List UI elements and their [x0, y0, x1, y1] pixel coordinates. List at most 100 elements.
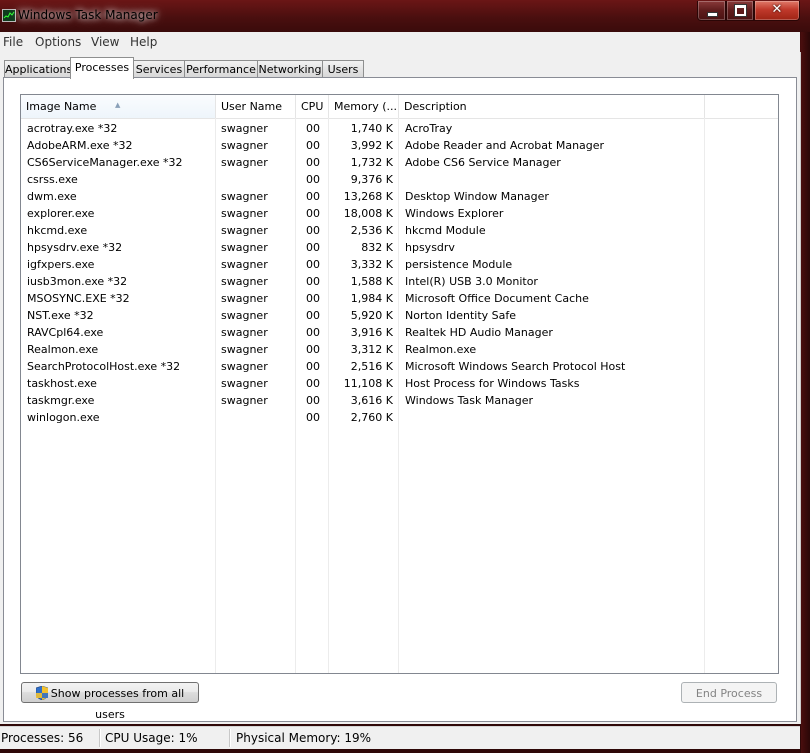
process-name: hpsysdrv.exe *32 [27, 241, 123, 254]
process-description: hpsysdrv [405, 241, 455, 254]
process-cpu: 00 [306, 360, 320, 373]
process-name: MSOSYNC.EXE *32 [27, 292, 130, 305]
process-description: Windows Task Manager [405, 394, 534, 407]
minimize-button[interactable] [697, 1, 726, 21]
process-name: RAVCpl64.exe [27, 326, 104, 339]
process-name: igfxpers.exe [27, 258, 95, 271]
process-row[interactable]: dwm.exe swagner 00 13,268 K Desktop Window M… [21, 188, 778, 205]
client-area: Applications Processes Services Performa… [0, 52, 801, 724]
process-user: swagner [221, 156, 268, 169]
process-memory: 11,108 K [343, 377, 393, 390]
process-list[interactable]: ▲ Image Name User Name CPU Memory (... D… [20, 94, 779, 674]
process-row[interactable]: RAVCpl64.exe swagner 00 3,916 K Realtek HD A… [21, 324, 778, 341]
show-all-users-label: Show processes from all users [50, 687, 185, 721]
menu-options[interactable]: Options [35, 35, 81, 49]
process-cpu: 00 [306, 122, 320, 135]
tab-applications[interactable]: Applications [4, 60, 72, 78]
process-cpu: 00 [306, 173, 320, 186]
process-memory: 1,984 K [350, 292, 393, 305]
title-bar[interactable]: Windows Task Manager ✕ [0, 0, 810, 32]
show-all-users-button[interactable]: Show processes from all users [21, 682, 199, 721]
column-cpu[interactable]: CPU [296, 95, 329, 118]
processes-tab-panel: ▲ Image Name User Name CPU Memory (... D… [3, 77, 797, 722]
process-row[interactable]: acrotray.exe *32 swagner 00 1,740 K AcroTray [21, 120, 778, 137]
process-user: swagner [221, 275, 268, 288]
process-row[interactable]: Realmon.exe swagner 00 3,312 K Realmon.exe [21, 341, 778, 358]
status-processes: Processes: 56 [1, 731, 84, 745]
status-bar: Processes: 56 CPU Usage: 1% Physical Mem… [0, 726, 800, 749]
status-divider [99, 729, 101, 747]
process-row[interactable]: winlogon.exe 00 2,760 K [21, 409, 778, 426]
process-row[interactable]: csrss.exe 00 9,376 K [21, 171, 778, 188]
process-row[interactable]: taskhost.exe swagner 00 11,108 K Host Proces… [21, 375, 778, 392]
process-user: swagner [221, 377, 268, 390]
uac-shield-icon [35, 686, 48, 700]
column-memory[interactable]: Memory (... [329, 95, 399, 118]
process-row[interactable]: igfxpers.exe swagner 00 3,332 K persistence … [21, 256, 778, 273]
process-cpu: 00 [306, 309, 320, 322]
task-manager-app-icon[interactable] [2, 9, 16, 22]
tab-users[interactable]: Users [322, 60, 364, 78]
process-memory: 9,376 K [350, 173, 393, 186]
process-row[interactable]: MSOSYNC.EXE *32 swagner 00 1,984 K Microsoft… [21, 290, 778, 307]
process-user: swagner [221, 326, 268, 339]
process-description: Adobe Reader and Acrobat Manager [405, 139, 605, 152]
process-memory: 5,920 K [350, 309, 393, 322]
process-description: hkcmd Module [405, 224, 486, 237]
menu-view[interactable]: View [91, 35, 119, 49]
status-cpu-usage: CPU Usage: 1% [105, 731, 198, 745]
column-image-name-label: Image Name [26, 100, 97, 113]
window-title: Windows Task Manager [18, 8, 158, 22]
process-memory: 2,536 K [350, 224, 393, 237]
process-name: acrotray.exe *32 [27, 122, 118, 135]
maximize-button[interactable] [726, 1, 754, 21]
process-cpu: 00 [306, 275, 320, 288]
tab-services[interactable]: Services [133, 60, 185, 78]
menu-file[interactable]: File [3, 35, 23, 49]
process-description: Windows Explorer [405, 207, 504, 220]
process-row[interactable]: hpsysdrv.exe *32 swagner 00 832 K hpsysdrv [21, 239, 778, 256]
close-icon: ✕ [771, 2, 783, 17]
process-memory: 3,616 K [350, 394, 393, 407]
tab-networking[interactable]: Networking [257, 60, 323, 78]
process-row[interactable]: SearchProtocolHost.exe *32 swagner 00 2,516… [21, 358, 778, 375]
process-description: Desktop Window Manager [405, 190, 549, 203]
tab-processes[interactable]: Processes [70, 57, 134, 79]
process-user: swagner [221, 258, 268, 271]
process-cpu: 00 [306, 139, 320, 152]
process-cpu: 00 [306, 156, 320, 169]
process-row[interactable]: iusb3mon.exe *32 swagner 00 1,588 K Intel(R)… [21, 273, 778, 290]
process-row[interactable]: taskmgr.exe swagner 00 3,616 K Windows Task … [21, 392, 778, 409]
process-name: csrss.exe [27, 173, 78, 186]
process-list-header: ▲ Image Name User Name CPU Memory (... D… [21, 95, 778, 119]
process-row[interactable]: CS6ServiceManager.exe *32 swagner 00 1,732 … [21, 154, 778, 171]
process-description: Realmon.exe [405, 343, 477, 356]
process-user: swagner [221, 207, 268, 220]
process-cpu: 00 [306, 411, 320, 424]
tab-performance[interactable]: Performance [184, 60, 258, 78]
column-user-name[interactable]: User Name [216, 95, 296, 118]
process-row[interactable]: AdobeARM.exe *32 swagner 00 3,992 K Adobe Re… [21, 137, 778, 154]
process-memory: 18,008 K [343, 207, 393, 220]
process-cpu: 00 [306, 207, 320, 220]
process-memory: 2,760 K [350, 411, 393, 424]
process-row[interactable]: NST.exe *32 swagner 00 5,920 K Norton Identi… [21, 307, 778, 324]
status-physical-memory: Physical Memory: 19% [236, 731, 372, 745]
process-user: swagner [221, 309, 268, 322]
process-memory: 1,588 K [350, 275, 393, 288]
process-user: swagner [221, 122, 268, 135]
process-description: Norton Identity Safe [405, 309, 517, 322]
close-button[interactable]: ✕ [754, 1, 800, 21]
process-row[interactable]: explorer.exe swagner 00 18,008 K Windows Exp… [21, 205, 778, 222]
column-description[interactable]: Description [399, 95, 705, 118]
menu-help[interactable]: Help [130, 35, 157, 49]
status-divider [229, 729, 231, 747]
process-memory: 3,332 K [350, 258, 393, 271]
process-cpu: 00 [306, 224, 320, 237]
process-name: CS6ServiceManager.exe *32 [27, 156, 183, 169]
window-frame-edge [801, 32, 810, 753]
column-image-name[interactable]: ▲ Image Name [21, 95, 216, 118]
end-process-button[interactable]: End Process [681, 682, 777, 703]
process-row[interactable]: hkcmd.exe swagner 00 2,536 K hkcmd Module [21, 222, 778, 239]
process-user: swagner [221, 343, 268, 356]
